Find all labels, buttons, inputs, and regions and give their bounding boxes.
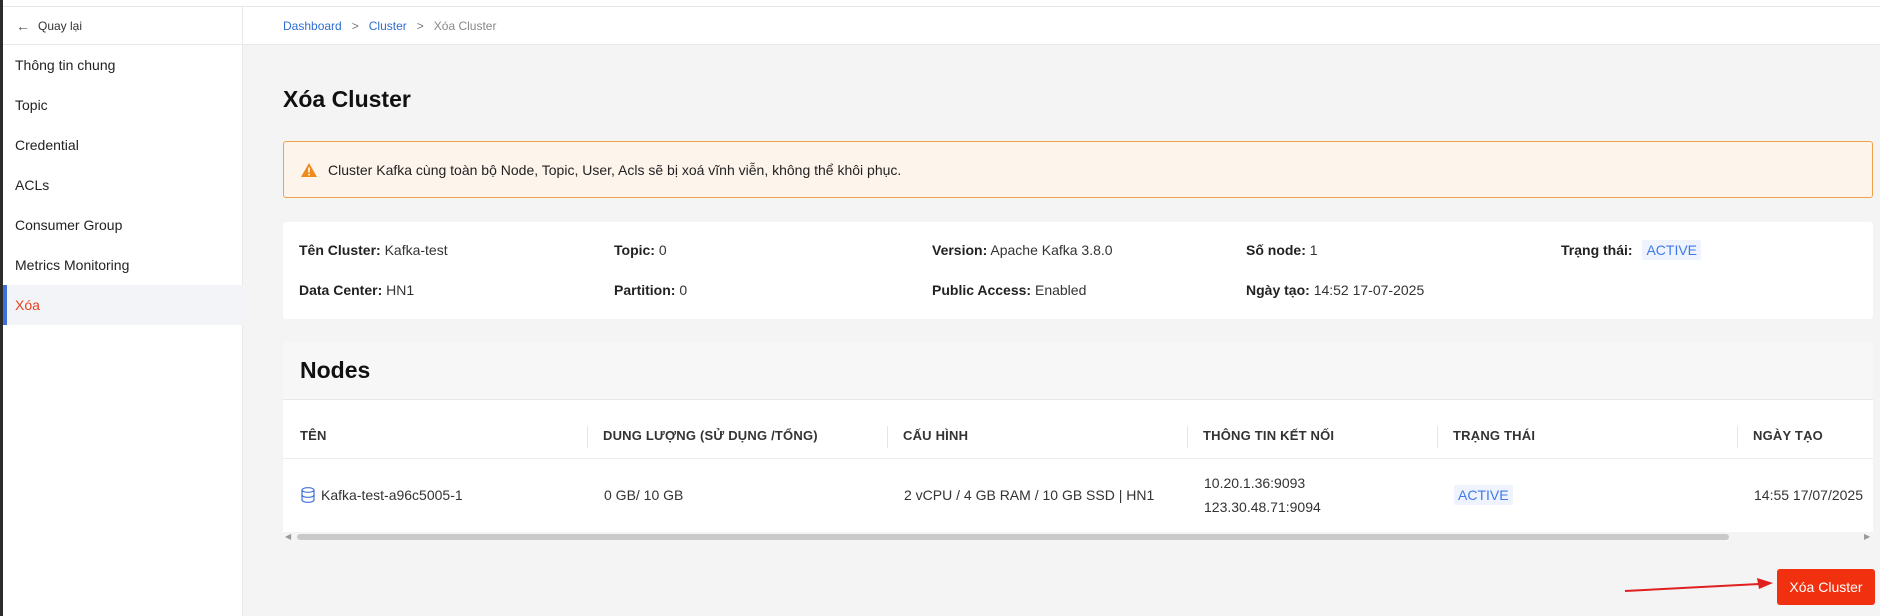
- sidebar-item-label: Credential: [15, 137, 79, 153]
- sidebar: ← Quay lại Thông tin chung Topic Credent…: [3, 7, 243, 616]
- app-window: ← Quay lại Thông tin chung Topic Credent…: [3, 0, 1880, 616]
- warning-triangle-icon: [301, 162, 317, 177]
- breadcrumb-current: Xóa Cluster: [433, 18, 497, 33]
- topic-count-label: Topic:: [614, 242, 655, 258]
- delete-cluster-button[interactable]: Xóa Cluster: [1777, 569, 1875, 605]
- column-header-name: TÊN: [300, 428, 327, 443]
- status-badge: ACTIVE: [1642, 240, 1702, 260]
- public-access-field: Public Access: Enabled: [932, 282, 1086, 298]
- column-header-config: CẤU HÌNH: [903, 428, 969, 443]
- column-divider: [1737, 426, 1738, 448]
- breadcrumb-separator: >: [416, 18, 424, 33]
- node-count-field: Số node: 1: [1246, 242, 1318, 258]
- top-bar: [3, 0, 1880, 7]
- sidebar-item-label: Metrics Monitoring: [15, 257, 130, 273]
- datacenter-label: Data Center:: [299, 282, 383, 298]
- scrollbar-thumb[interactable]: [297, 534, 1729, 540]
- database-icon: [301, 487, 315, 503]
- column-divider: [587, 426, 588, 448]
- sidebar-item-topic[interactable]: Topic: [3, 85, 243, 125]
- scroll-right-icon[interactable]: ▶: [1864, 532, 1870, 541]
- cluster-info-card: Tên Cluster: Kafka-test Topic: 0 Version…: [283, 222, 1873, 319]
- public-access-label: Public Access:: [932, 282, 1032, 298]
- cluster-name-field: Tên Cluster: Kafka-test: [299, 242, 448, 258]
- nodes-title: Nodes: [283, 342, 1873, 400]
- sidebar-menu: Thông tin chung Topic Credential ACLs Co…: [3, 45, 243, 325]
- column-header-created: NGÀY TẠO: [1753, 428, 1823, 443]
- table-header-divider: [283, 458, 1873, 459]
- breadcrumb-separator: >: [351, 18, 359, 33]
- sidebar-item-consumer-group[interactable]: Consumer Group: [3, 205, 243, 245]
- warning-text: Cluster Kafka cùng toàn bộ Node, Topic, …: [328, 161, 902, 178]
- back-label: Quay lại: [38, 18, 83, 33]
- partition-field: Partition: 0: [614, 282, 687, 298]
- sidebar-item-metrics-monitoring[interactable]: Metrics Monitoring: [3, 245, 243, 285]
- cluster-name-label: Tên Cluster:: [299, 242, 381, 258]
- node-status-cell: ACTIVE: [1454, 485, 1513, 505]
- column-header-status: TRẠNG THÁI: [1453, 428, 1536, 443]
- sidebar-item-label: Thông tin chung: [15, 57, 116, 73]
- back-link[interactable]: ← Quay lại: [3, 7, 243, 45]
- cluster-name-value: Kafka-test: [384, 242, 448, 258]
- partition-value: 0: [679, 282, 688, 298]
- node-capacity: 0 GB/ 10 GB: [604, 487, 684, 503]
- red-arrow-annotation: [1624, 578, 1773, 592]
- sidebar-item-label: Consumer Group: [15, 217, 123, 233]
- node-count-label: Số node:: [1246, 242, 1306, 258]
- arrow-left-icon: ←: [16, 17, 30, 34]
- warning-alert: Cluster Kafka cùng toàn bộ Node, Topic, …: [283, 141, 1873, 198]
- version-label: Version:: [932, 242, 988, 258]
- partition-label: Partition:: [614, 282, 676, 298]
- node-count-value: 1: [1309, 242, 1318, 258]
- sidebar-item-label: Xóa: [15, 297, 40, 313]
- created-date-value: 14:52 17-07-2025: [1313, 282, 1425, 298]
- sidebar-item-label: Topic: [15, 97, 48, 113]
- topic-count-value: 0: [658, 242, 667, 258]
- version-field: Version: Apache Kafka 3.8.0: [932, 242, 1113, 258]
- node-connection-internal: 10.20.1.36:9093: [1204, 475, 1306, 491]
- column-header-capacity: DUNG LƯỢNG (SỬ DỤNG /TỔNG): [603, 428, 818, 443]
- breadcrumb: Dashboard > Cluster > Xóa Cluster: [243, 7, 1880, 45]
- node-config: 2 vCPU / 4 GB RAM / 10 GB SSD | HN1: [904, 487, 1155, 503]
- column-header-connection: THÔNG TIN KẾT NỐI: [1203, 428, 1335, 443]
- page-title: Xóa Cluster: [283, 86, 411, 112]
- status-badge: ACTIVE: [1454, 485, 1513, 505]
- cluster-status-field: Trạng thái: ACTIVE: [1561, 240, 1702, 260]
- sidebar-item-credential[interactable]: Credential: [3, 125, 243, 165]
- node-connection-public: 123.30.48.71:9094: [1204, 499, 1321, 515]
- datacenter-value: HN1: [386, 282, 415, 298]
- column-divider: [1437, 426, 1438, 448]
- version-value: Apache Kafka 3.8.0: [990, 242, 1113, 258]
- sidebar-item-label: ACLs: [15, 177, 50, 193]
- sidebar-item-general-info[interactable]: Thông tin chung: [3, 45, 243, 85]
- created-date-field: Ngày tạo: 14:52 17-07-2025: [1246, 282, 1424, 298]
- created-date-label: Ngày tạo:: [1246, 282, 1310, 298]
- node-created: 14:55 17/07/2025: [1754, 487, 1863, 503]
- column-divider: [887, 426, 888, 448]
- public-access-value: Enabled: [1034, 282, 1087, 298]
- breadcrumb-cluster[interactable]: Cluster: [369, 19, 407, 33]
- node-name: Kafka-test-a96c5005-1: [321, 487, 463, 503]
- column-divider: [1187, 426, 1188, 448]
- breadcrumb-dashboard[interactable]: Dashboard: [283, 19, 342, 33]
- nodes-card: Nodes TÊN DUNG LƯỢNG (SỬ DỤNG /TỔNG) CẤU…: [283, 342, 1873, 542]
- datacenter-field: Data Center: HN1: [299, 282, 414, 298]
- sidebar-item-delete[interactable]: Xóa: [3, 285, 243, 325]
- sidebar-item-acls[interactable]: ACLs: [3, 165, 243, 205]
- cluster-status-label: Trạng thái:: [1561, 242, 1633, 258]
- scroll-left-icon[interactable]: ◀: [285, 532, 291, 541]
- topic-count-field: Topic: 0: [614, 242, 667, 258]
